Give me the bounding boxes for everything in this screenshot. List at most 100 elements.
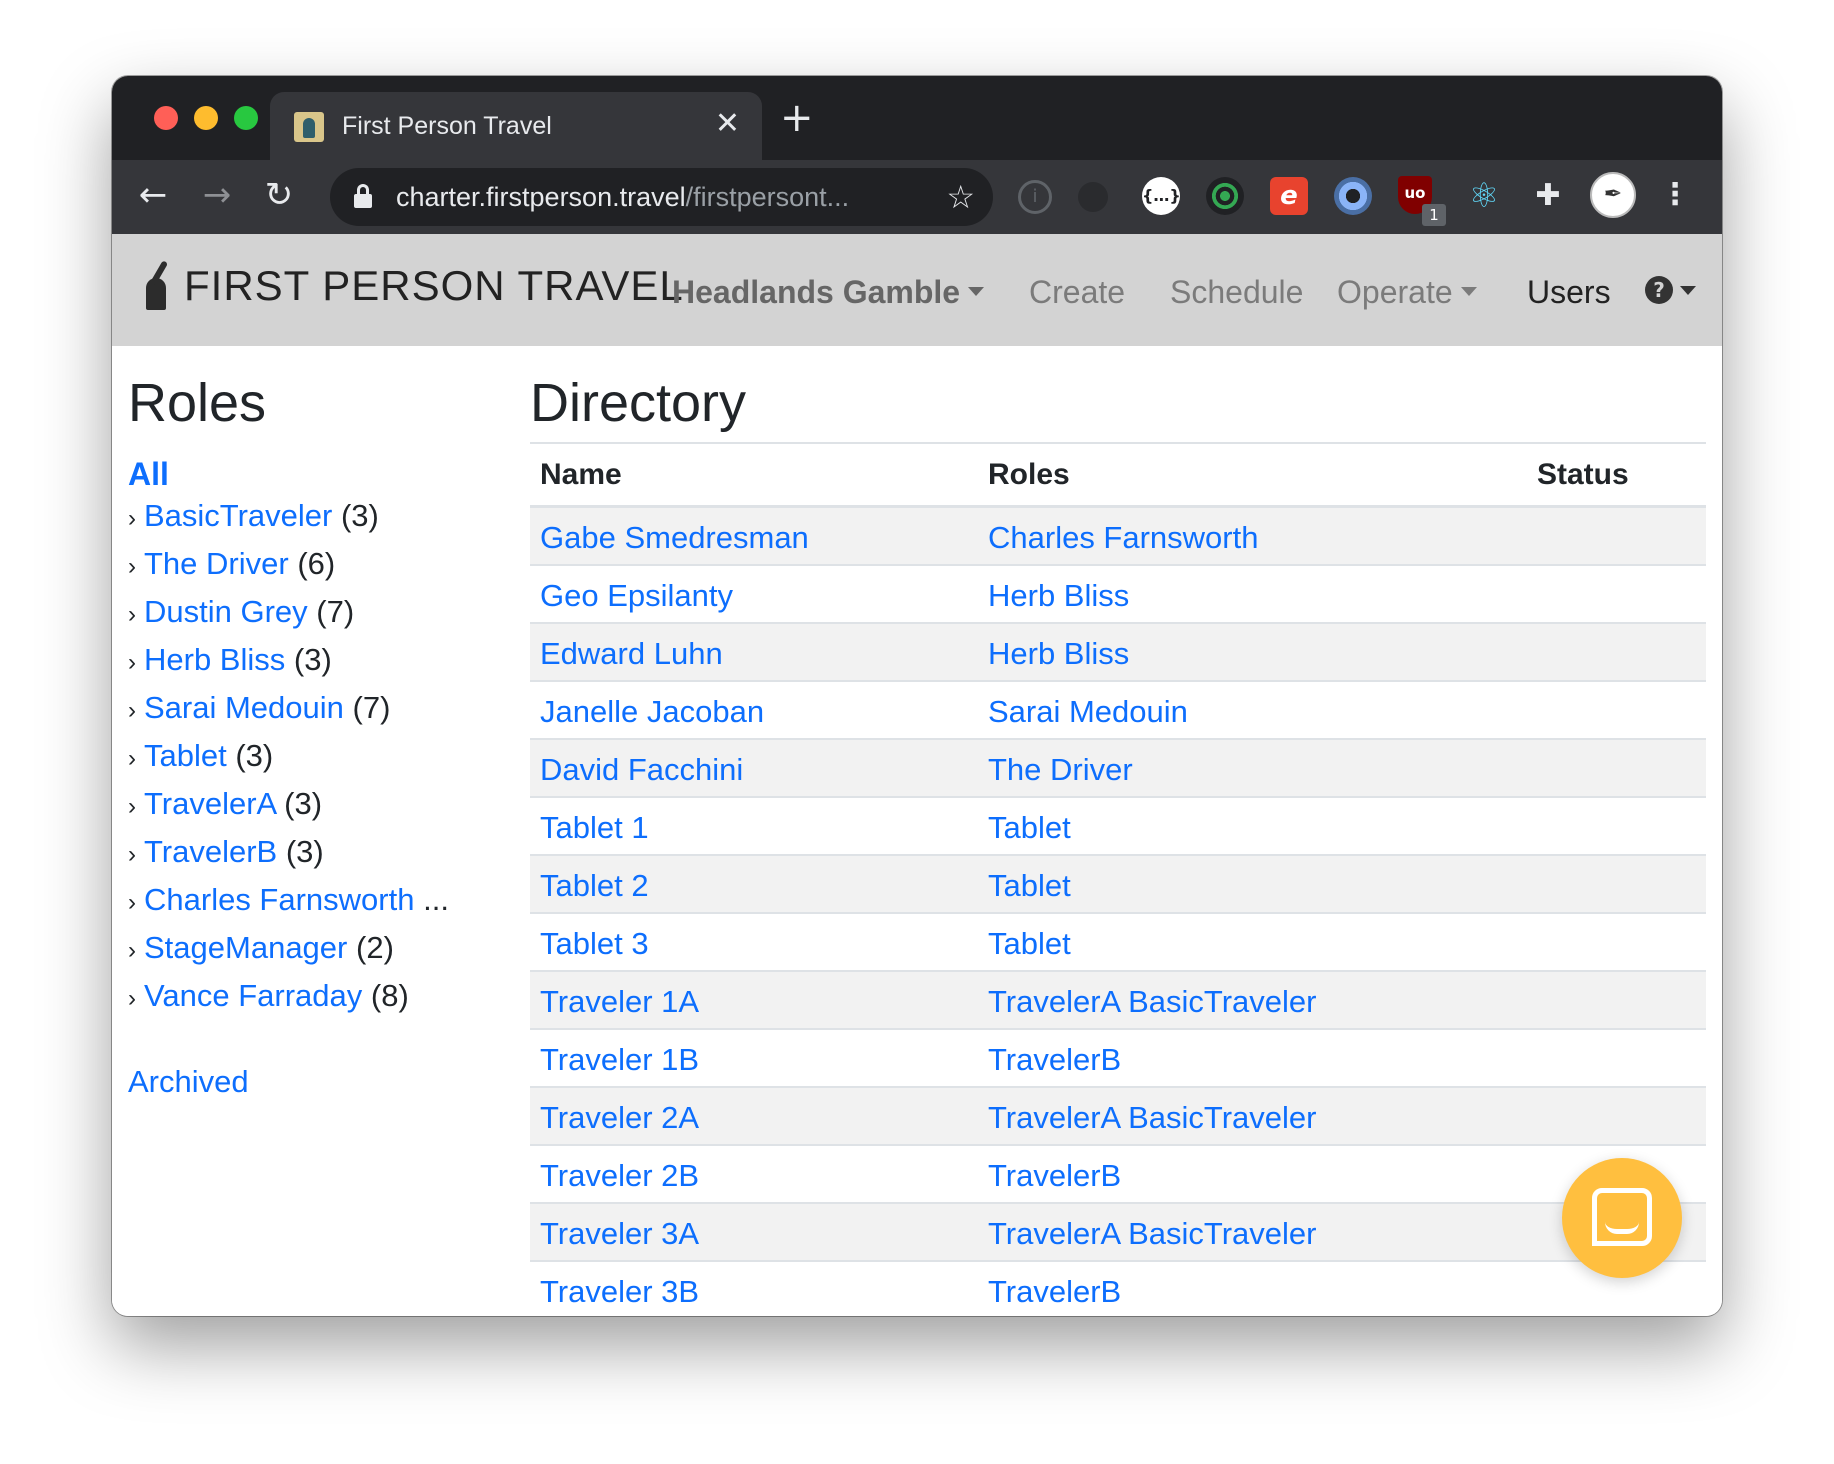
person-name-link[interactable]: Gabe Smedresman: [540, 520, 809, 556]
role-item: › Vance Farraday (8): [128, 978, 508, 1026]
person-role-link[interactable]: Herb Bliss: [988, 578, 1129, 614]
role-count: (3): [235, 738, 274, 773]
nav-create[interactable]: Create: [1029, 274, 1125, 311]
tab-title: First Person Travel: [342, 112, 552, 140]
role-link[interactable]: StageManager: [144, 930, 347, 965]
window-minimize-button[interactable]: [194, 106, 218, 130]
chat-launcher-button[interactable]: [1562, 1158, 1682, 1278]
person-name-link[interactable]: Tablet 1: [540, 810, 649, 846]
url-text[interactable]: charter.firstperson.travel/firstpersont.…: [396, 182, 849, 213]
address-bar[interactable]: charter.firstperson.travel/firstpersont.…: [330, 168, 993, 226]
person-role-link[interactable]: TravelerA BasicTraveler: [988, 984, 1316, 1020]
person-name-link[interactable]: Traveler 2B: [540, 1158, 699, 1194]
browser-tab[interactable]: First Person Travel ✕: [270, 92, 762, 160]
chevron-right-icon: ›: [128, 985, 136, 1012]
extensions-puzzle-icon[interactable]: ✚: [1528, 176, 1568, 216]
role-item: › Sarai Medouin (7): [128, 690, 508, 738]
role-link[interactable]: Vance Farraday: [144, 978, 362, 1013]
target-extension-icon[interactable]: [1206, 177, 1244, 215]
role-link[interactable]: TravelerA: [144, 786, 276, 821]
role-link[interactable]: Herb Bliss: [144, 642, 285, 677]
person-name-link[interactable]: David Facchini: [540, 752, 743, 788]
table-row: Janelle Jacoban Sarai Medouin: [530, 682, 1706, 740]
window-maximize-button[interactable]: [234, 106, 258, 130]
role-link[interactable]: Tablet: [144, 738, 227, 773]
role-count: (3): [293, 642, 332, 677]
person-role-link[interactable]: TravelerA BasicTraveler: [988, 1216, 1316, 1252]
person-role-link[interactable]: Sarai Medouin: [988, 694, 1188, 730]
person-role-link[interactable]: TravelerA BasicTraveler: [988, 1100, 1316, 1136]
help-question-icon[interactable]: ?: [1645, 276, 1673, 304]
person-role-link[interactable]: Charles Farnsworth: [988, 520, 1258, 556]
nav-operate-dropdown[interactable]: Operate: [1337, 274, 1477, 311]
back-arrow-icon[interactable]: ←: [128, 170, 178, 220]
chevron-right-icon: ›: [128, 841, 136, 868]
caret-down-icon: [968, 287, 985, 297]
table-row: Traveler 1A TravelerA BasicTraveler: [530, 972, 1706, 1030]
chevron-right-icon: ›: [128, 505, 136, 532]
person-name-link[interactable]: Tablet 3: [540, 926, 649, 962]
person-name-link[interactable]: Geo Epsilanty: [540, 578, 733, 614]
brand-text: FIRST PERSON TRAVEL: [184, 262, 684, 309]
profile-avatar[interactable]: ✒: [1590, 172, 1636, 218]
person-role-link[interactable]: Tablet: [988, 868, 1071, 904]
role-count: ...: [423, 882, 449, 917]
archived-link[interactable]: Archived: [128, 1064, 249, 1100]
nav-schedule[interactable]: Schedule: [1170, 274, 1303, 311]
chevron-right-icon: ›: [128, 649, 136, 676]
person-name-link[interactable]: Traveler 3A: [540, 1216, 699, 1252]
reload-icon[interactable]: ↻: [254, 170, 304, 220]
person-name-link[interactable]: Tablet 2: [540, 868, 649, 904]
person-name-link[interactable]: Edward Luhn: [540, 636, 723, 672]
person-role-link[interactable]: TravelerB: [988, 1042, 1121, 1078]
role-count: (8): [370, 978, 409, 1013]
table-row: Traveler 3B TravelerB: [530, 1262, 1706, 1316]
forward-arrow-icon[interactable]: →: [192, 170, 242, 220]
bookmark-star-icon[interactable]: ☆: [946, 178, 975, 216]
swirl-extension-icon[interactable]: [1334, 177, 1372, 215]
person-role-link[interactable]: TravelerB: [988, 1158, 1121, 1194]
new-tab-button[interactable]: +: [780, 98, 814, 138]
person-name-link[interactable]: Janelle Jacoban: [540, 694, 764, 730]
tab-close-icon[interactable]: ✕: [715, 106, 740, 142]
chevron-right-icon: ›: [128, 889, 136, 916]
person-role-link[interactable]: Herb Bliss: [988, 636, 1129, 672]
project-dropdown[interactable]: Headlands Gamble: [672, 274, 985, 311]
roles-sidebar: Roles All › BasicTraveler (3) › The Driver…: [128, 372, 528, 1099]
person-role-link[interactable]: The Driver: [988, 752, 1133, 788]
table-row: Tablet 1 Tablet: [530, 798, 1706, 856]
role-link[interactable]: BasicTraveler: [144, 498, 332, 533]
dark-extension-icon[interactable]: [1078, 182, 1108, 212]
json-extension-icon[interactable]: {…}: [1142, 177, 1181, 215]
lock-icon: [354, 184, 372, 208]
help-caret-icon[interactable]: [1680, 286, 1696, 295]
table-row: Tablet 3 Tablet: [530, 914, 1706, 972]
person-name-link[interactable]: Traveler 1A: [540, 984, 699, 1020]
person-role-link[interactable]: TravelerB: [988, 1274, 1121, 1310]
nav-users[interactable]: Users: [1527, 274, 1611, 311]
person-role-link[interactable]: Tablet: [988, 810, 1071, 846]
role-item: › StageManager (2): [128, 930, 508, 978]
role-item: › Charles Farnsworth ...: [128, 882, 508, 930]
page-viewport: FIRST PERSON TRAVEL Headlands Gamble Cre…: [112, 234, 1722, 1316]
window-close-button[interactable]: [154, 106, 178, 130]
person-name-link[interactable]: Traveler 2A: [540, 1100, 699, 1136]
info-icon[interactable]: i: [1018, 180, 1052, 214]
person-role-link[interactable]: Tablet: [988, 926, 1071, 962]
person-name-link[interactable]: Traveler 3B: [540, 1274, 699, 1310]
role-link[interactable]: Sarai Medouin: [144, 690, 344, 725]
role-item: › BasicTraveler (3): [128, 498, 508, 546]
role-link[interactable]: TravelerB: [144, 834, 277, 869]
e-extension-icon[interactable]: e: [1270, 177, 1308, 215]
role-link[interactable]: Charles Farnsworth: [144, 882, 414, 917]
roles-all-link[interactable]: All: [128, 456, 169, 493]
table-row: Geo Epsilanty Herb Bliss: [530, 566, 1706, 624]
browser-menu-icon[interactable]: ⋮: [1660, 172, 1690, 218]
table-row: Traveler 2A TravelerA BasicTraveler: [530, 1088, 1706, 1146]
role-link[interactable]: Dustin Grey: [144, 594, 308, 629]
person-name-link[interactable]: Traveler 1B: [540, 1042, 699, 1078]
project-label: Headlands Gamble: [672, 274, 961, 310]
role-link[interactable]: The Driver: [144, 546, 289, 581]
react-devtools-icon[interactable]: ⚛: [1464, 176, 1504, 216]
role-item: › TravelerB (3): [128, 834, 508, 882]
